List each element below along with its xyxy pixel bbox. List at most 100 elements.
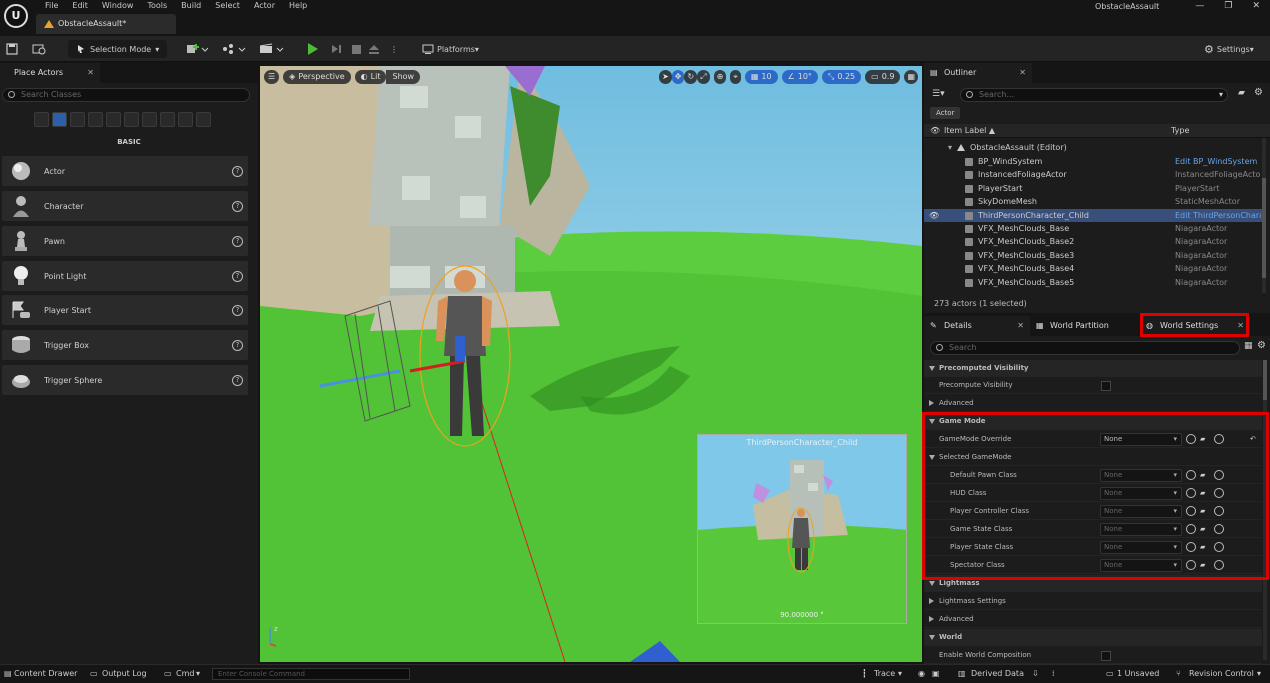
cinematic-category-icon[interactable] [106, 112, 121, 127]
folder-icon[interactable]: ▰ [1200, 431, 1205, 448]
gamemode-override-dropdown[interactable]: None ▾ [1100, 433, 1182, 446]
shapes-category-icon[interactable] [88, 112, 103, 127]
geometry-category-icon[interactable] [178, 112, 193, 127]
class-dropdown[interactable]: None ▾ [1100, 541, 1182, 554]
custom-category-icon[interactable] [196, 112, 211, 127]
class-dropdown[interactable]: None ▾ [1100, 469, 1182, 482]
outliner-row[interactable]: VFX_MeshClouds_Base3 NiagaraActor [924, 249, 1262, 262]
category-precomputed-visibility[interactable]: Precomputed Visibility [924, 360, 1262, 377]
add-folder-icon[interactable]: ▰ [1238, 88, 1245, 98]
search-classes-input[interactable]: Search Classes [2, 88, 250, 102]
outliner-row[interactable]: VFX_MeshClouds_Base5 NiagaraActor [924, 276, 1262, 289]
outliner-row[interactable]: InstancedFoliageActor InstancedFoliageAct… [924, 168, 1262, 181]
visibility-eye-icon[interactable]: 👁 [929, 209, 939, 222]
help-icon[interactable]: ? [232, 165, 243, 177]
content-drawer-button[interactable]: Content Drawer [14, 665, 77, 683]
add-icon[interactable] [1214, 488, 1224, 498]
visibility-eye-icon[interactable]: 👁 [930, 124, 940, 138]
tab-outliner[interactable]: ▤ Outliner ✕ [924, 63, 1032, 83]
rotate-icon[interactable]: ↻ [684, 70, 698, 84]
actor-filter-chip[interactable]: Actor [930, 107, 961, 119]
volumes-category-icon[interactable] [142, 112, 157, 127]
visual-effects-category-icon[interactable] [124, 112, 139, 127]
outliner-scrollbar[interactable] [1262, 138, 1266, 293]
content-browser-icon[interactable] [32, 40, 46, 58]
maximize-button[interactable]: ❐ [1224, 0, 1232, 12]
menu-file[interactable]: File [38, 0, 65, 12]
class-dropdown[interactable]: None ▾ [1100, 505, 1182, 518]
help-icon[interactable]: ? [232, 235, 243, 247]
actor-item-character[interactable]: Character ? [2, 191, 248, 221]
category-world[interactable]: World [924, 629, 1262, 646]
cmd-selector[interactable]: Cmd [176, 665, 194, 683]
menu-select[interactable]: Select [208, 0, 247, 12]
tab-place-actors[interactable]: Place Actors ✕ [0, 63, 100, 83]
edit-blueprint-link[interactable]: Edit BP_WindSystem [1175, 155, 1261, 168]
level-viewport[interactable]: ☰ ◈ Perspective ◐ Lit Show ➤ ✥ ↻ ⤢ ⊕ ⌖ ▦ 10… [260, 66, 922, 662]
outliner-row[interactable]: BP_WindSystem Edit BP_WindSystem [924, 155, 1262, 168]
browse-arrow-icon[interactable] [1186, 470, 1196, 480]
basic-category-icon[interactable] [52, 112, 67, 127]
outliner-row[interactable]: PlayerStart PlayerStart [924, 182, 1262, 195]
stop-icon[interactable] [350, 40, 362, 58]
folder-icon[interactable]: ▰ [1200, 521, 1205, 538]
level-tab[interactable]: ObstacleAssault* [36, 14, 176, 34]
add-icon[interactable] [1214, 524, 1224, 534]
browse-arrow-icon[interactable] [1186, 434, 1196, 444]
reset-arrow-icon[interactable]: ↶ [1250, 431, 1256, 448]
class-dropdown[interactable]: None ▾ [1100, 487, 1182, 500]
close-window-button[interactable]: ✕ [1252, 0, 1260, 12]
close-icon[interactable]: ✕ [87, 63, 94, 83]
add-icon[interactable] [1214, 560, 1224, 570]
world-local-icon[interactable]: ⊕ [713, 70, 727, 84]
cinematics-icon[interactable] [258, 40, 284, 58]
help-icon[interactable]: ? [232, 339, 243, 351]
camera-capture-icon[interactable]: ▣ [932, 665, 940, 683]
class-dropdown[interactable]: None ▾ [1100, 523, 1182, 536]
add-icon[interactable] [1214, 542, 1224, 552]
translate-icon[interactable]: ✥ [671, 70, 685, 84]
menu-window[interactable]: Window [95, 0, 141, 12]
prop-advanced[interactable]: Advanced [924, 395, 1262, 412]
actor-item-trigger-sphere[interactable]: Trigger Sphere ? [2, 365, 248, 395]
eject-icon[interactable] [368, 40, 380, 58]
perspective-button[interactable]: ◈ Perspective [283, 70, 351, 84]
viewport-menu-button[interactable]: ☰ [264, 70, 280, 84]
selection-mode-button[interactable]: Selection Mode ▾ [68, 40, 168, 58]
add-actor-icon[interactable] [186, 40, 208, 58]
prop-lightmass-settings[interactable]: Lightmass Settings [924, 593, 1262, 610]
category-game-mode[interactable]: Game Mode [924, 413, 1262, 430]
browse-arrow-icon[interactable] [1186, 488, 1196, 498]
browse-arrow-icon[interactable] [1186, 524, 1196, 534]
close-icon[interactable]: ✕ [1237, 316, 1244, 336]
grid-snap-button[interactable]: ▦ 10 [744, 70, 778, 84]
outliner-row[interactable]: 👁 ThirdPersonCharacter_Child Edit ThirdPer… [924, 208, 1262, 222]
scale-snap-button[interactable]: ⤡ 0.25 [821, 70, 862, 84]
gear-icon[interactable]: ⚙ [1257, 340, 1266, 351]
settings-dots-icon[interactable]: ⁞ [1052, 665, 1055, 683]
prop-selected-gamemode[interactable]: Selected GameMode [924, 449, 1262, 466]
select-mode-icon[interactable]: ➤ [659, 70, 672, 84]
help-icon[interactable]: ? [232, 200, 243, 212]
browse-arrow-icon[interactable] [1186, 506, 1196, 516]
folder-icon[interactable]: ▰ [1200, 539, 1205, 556]
console-command-input[interactable]: Enter Console Command [212, 668, 410, 680]
show-button[interactable]: Show [386, 70, 421, 84]
help-icon[interactable]: ? [232, 374, 243, 386]
actor-item-point-light[interactable]: Point Light ? [2, 261, 248, 291]
scale-icon[interactable]: ⤢ [697, 70, 710, 84]
save-icon[interactable] [6, 40, 18, 58]
prop-advanced-2[interactable]: Advanced [924, 611, 1262, 628]
lit-button[interactable]: ◐ Lit [354, 70, 387, 84]
folder-icon[interactable]: ▰ [1200, 485, 1205, 502]
lights-category-icon[interactable] [70, 112, 85, 127]
unsaved-button[interactable]: 1 Unsaved [1117, 665, 1159, 683]
tab-details[interactable]: ✎ Details ✕ [924, 316, 1030, 336]
add-icon[interactable] [1214, 470, 1224, 480]
col-type[interactable]: Type [1171, 124, 1189, 138]
filter-icon[interactable]: ☰▾ [932, 89, 952, 101]
folder-icon[interactable]: ▰ [1200, 467, 1205, 484]
actor-item-actor[interactable]: Actor ? [2, 156, 248, 186]
outliner-root-row[interactable]: ▾ ObstacleAssault (Editor) [924, 141, 1262, 154]
class-dropdown[interactable]: None ▾ [1100, 559, 1182, 572]
